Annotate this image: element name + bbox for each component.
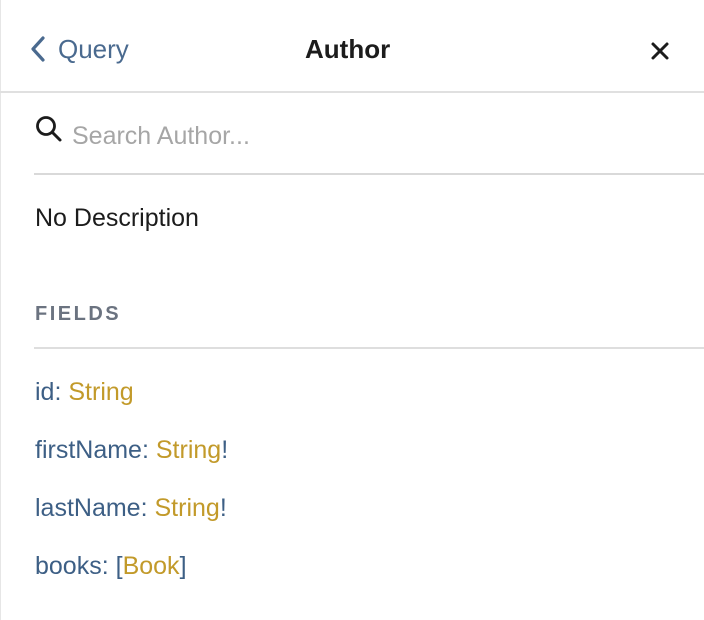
- panel-left-border: [0, 0, 1, 620]
- field-colon: :: [101, 552, 116, 580]
- type-description: No Description: [35, 204, 199, 232]
- field-colon: :: [54, 378, 69, 406]
- search-icon: [34, 114, 64, 144]
- field-type-link[interactable]: String: [68, 378, 133, 406]
- field-row-id: id: String: [35, 372, 228, 430]
- fields-section-title: FIELDS: [35, 303, 122, 325]
- back-link[interactable]: Query: [30, 30, 129, 68]
- field-list: id: String firstName: String! lastName: …: [35, 372, 228, 604]
- search-input[interactable]: [72, 118, 672, 154]
- field-row-lastname: lastName: String!: [35, 488, 228, 546]
- type-close: !: [221, 436, 229, 464]
- field-type-link[interactable]: String: [156, 436, 221, 464]
- field-name[interactable]: id: [35, 378, 54, 406]
- chevron-left-icon: [30, 35, 46, 63]
- field-name[interactable]: firstName: [35, 436, 142, 464]
- field-colon: :: [141, 436, 156, 464]
- field-type-link[interactable]: String: [155, 494, 220, 522]
- close-icon: [648, 42, 672, 67]
- search-bar: [34, 94, 704, 175]
- type-close: !: [219, 494, 227, 522]
- field-name[interactable]: books: [35, 552, 102, 580]
- field-type-link[interactable]: Book: [123, 552, 180, 580]
- field-row-books: books: [Book]: [35, 546, 228, 604]
- close-button[interactable]: [648, 39, 672, 63]
- doc-explorer-panel: Query Author No Description FIELDS id: S…: [0, 0, 704, 620]
- type-close: ]: [179, 552, 187, 580]
- field-name[interactable]: lastName: [35, 494, 141, 522]
- field-colon: :: [140, 494, 155, 522]
- field-row-firstname: firstName: String!: [35, 430, 228, 488]
- section-divider: [34, 347, 704, 349]
- doc-explorer-header: Query Author: [0, 0, 704, 93]
- type-open: [: [115, 552, 123, 580]
- back-link-label: Query: [58, 34, 129, 64]
